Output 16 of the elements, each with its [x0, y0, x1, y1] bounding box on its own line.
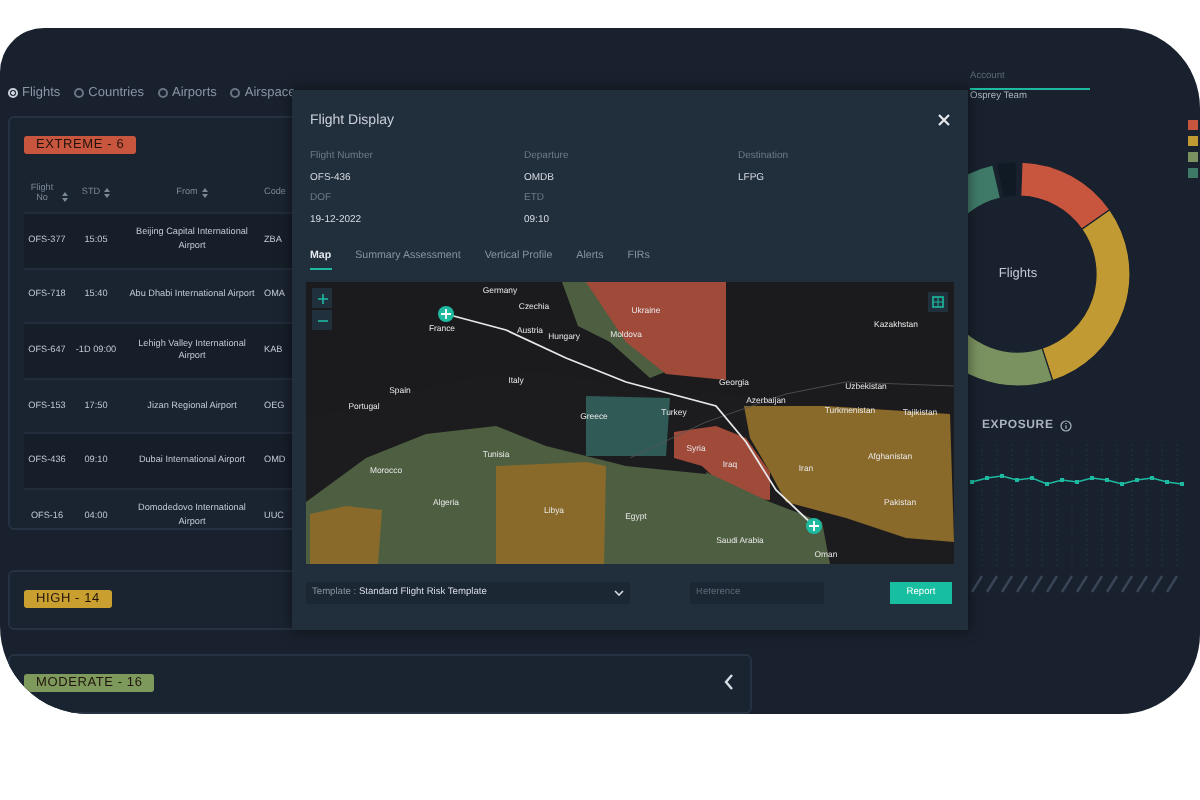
chevron-left-icon[interactable]: [724, 674, 734, 690]
legend-swatch-icon: [1188, 136, 1198, 146]
legend-swatch-icon: [1188, 168, 1198, 178]
layers-icon[interactable]: [928, 292, 948, 312]
close-icon[interactable]: [938, 114, 950, 126]
caret-icon[interactable]: [614, 590, 624, 596]
sort-icon[interactable]: [62, 192, 68, 203]
legend-swatch-icon: [1188, 152, 1198, 162]
legend-swatch-icon: [1188, 120, 1198, 130]
zoom-in-icon[interactable]: [312, 288, 332, 308]
sort-icon[interactable]: [104, 187, 111, 198]
airport-pin-icon: [806, 518, 822, 534]
sort-icon[interactable]: [201, 187, 208, 198]
airport-pin-icon: [438, 306, 454, 322]
info-icon[interactable]: [1059, 420, 1072, 432]
zoom-out-icon[interactable]: [312, 310, 332, 330]
